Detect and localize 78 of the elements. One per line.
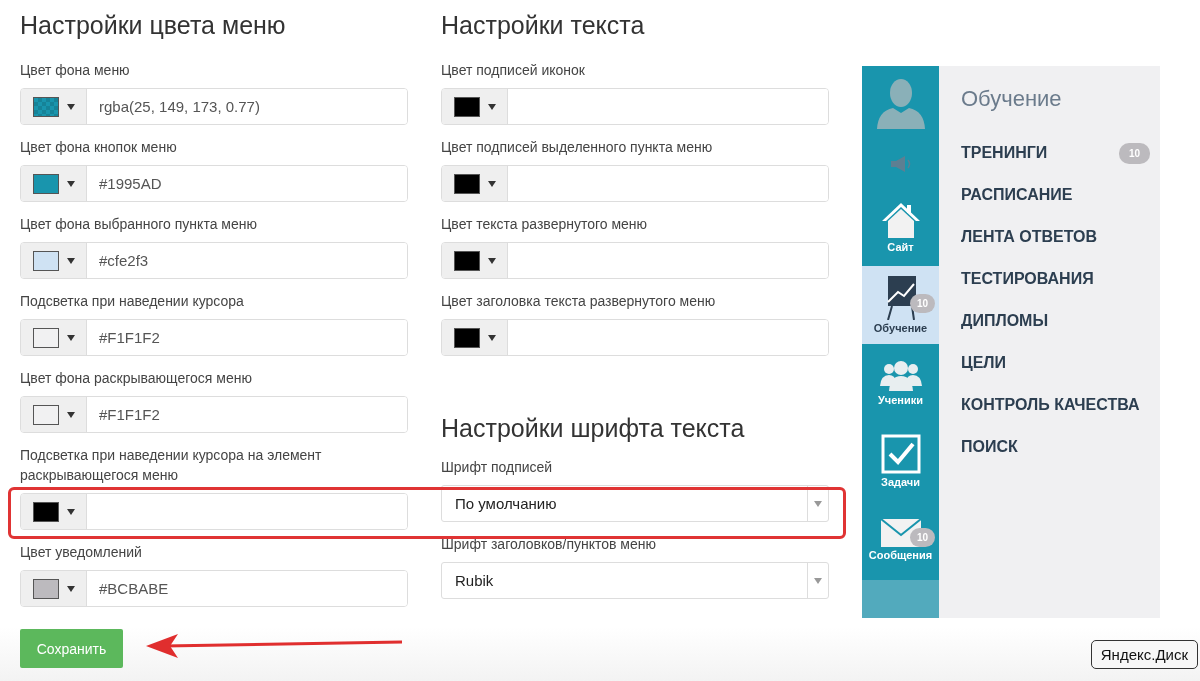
caret-icon [67, 180, 75, 187]
menu-item[interactable]: КОНТРОЛЬ КАЧЕСТВА [961, 396, 1140, 414]
color-picker-button[interactable] [21, 166, 87, 201]
caret-icon [488, 103, 496, 110]
caret-icon [814, 500, 822, 507]
menu-item[interactable]: ТЕСТИРОВАНИЯ [961, 270, 1094, 288]
field-label: Цвет фона выбранного пункта меню [20, 215, 258, 234]
field-label: Цвет фона меню [20, 61, 131, 80]
color-field[interactable] [441, 88, 829, 125]
field-label: Цвет заголовка текста развернутого меню [441, 292, 717, 311]
color-field[interactable]: #F1F1F2 [20, 319, 408, 356]
color-field[interactable]: #BCBABE [20, 570, 408, 607]
menu-icon-item[interactable]: Ученики [862, 344, 939, 422]
menu-icon-item[interactable]: Сайт [862, 188, 939, 266]
section-heading: Настройки текста [441, 10, 646, 41]
caret-icon [67, 257, 75, 264]
color-picker-button[interactable] [21, 397, 87, 432]
color-field[interactable] [441, 242, 829, 279]
font-select[interactable]: По умолчанию [441, 485, 829, 522]
color-picker-button[interactable] [21, 89, 87, 124]
color-picker-button[interactable] [21, 243, 87, 278]
tooltip: Яндекс.Диск [1090, 640, 1198, 669]
color-picker-button[interactable] [442, 166, 508, 201]
caret-icon [488, 180, 496, 187]
field-label: Шрифт подписей [441, 458, 554, 477]
field-label: Подсветка при наведении курсора на элемент раскрывающегося меню [20, 446, 323, 485]
color-field[interactable] [441, 319, 829, 356]
speaker-icon [888, 156, 913, 172]
avatar-icon [874, 77, 927, 129]
menu-item[interactable]: РАСПИСАНИЕ [961, 186, 1073, 204]
color-picker-button[interactable] [21, 494, 87, 529]
caret-icon [67, 508, 75, 515]
color-picker-button[interactable] [442, 89, 508, 124]
color-picker-button[interactable] [442, 243, 508, 278]
field-label: Подсветка при наведении курсора [20, 292, 245, 311]
field-label: Цвет уведомлений [20, 543, 143, 562]
field-label: Цвет текста развернутого меню [441, 215, 649, 234]
color-field[interactable]: rgba(25, 149, 173, 0.77) [20, 88, 408, 125]
menu-icon-item[interactable]: Задачи [862, 422, 939, 500]
menu-icon-item[interactable]: Сообщения 10 [862, 500, 939, 580]
color-picker-button[interactable] [442, 320, 508, 355]
menu-item[interactable]: ЦЕЛИ [961, 354, 1007, 372]
font-select[interactable]: Rubik [441, 562, 829, 599]
icon-label: Задачи [881, 476, 920, 488]
field-label: Шрифт заголовков/пунктов меню [441, 535, 657, 554]
caret-icon [67, 334, 75, 341]
menu-item[interactable]: ТРЕНИНГИ [961, 144, 1048, 162]
color-picker-button[interactable] [21, 320, 87, 355]
section-heading: Настройки шрифта текста [441, 413, 746, 444]
color-field[interactable]: #cfe2f3 [20, 242, 408, 279]
count-badge: 10 [1118, 142, 1150, 164]
menu-title: Обучение [961, 86, 1063, 112]
count-badge: 10 [909, 294, 935, 313]
caret-icon [67, 103, 75, 110]
caret-icon [814, 577, 822, 584]
field-label: Цвет фона кнопок меню [20, 138, 178, 157]
caret-icon [67, 411, 75, 418]
icon-label: Сообщения [868, 549, 933, 561]
menu-item[interactable]: ПОИСК [961, 438, 1018, 456]
caret-icon [67, 585, 75, 592]
icon-label: Сайт [887, 241, 914, 253]
color-field[interactable]: #1995AD [20, 165, 408, 202]
field-label: Цвет подписей иконок [441, 61, 586, 80]
field-label: Цвет подписей выделенного пункта меню [441, 138, 714, 157]
caret-icon [488, 334, 496, 341]
people-icon [879, 360, 922, 392]
caret-icon [488, 257, 496, 264]
section-heading: Настройки цвета меню [20, 10, 287, 41]
checkbox-icon [880, 434, 921, 474]
color-field[interactable] [441, 165, 829, 202]
menu-item[interactable]: ЛЕНТА ОТВЕТОВ [961, 228, 1098, 246]
field-label: Цвет фона раскрывающегося меню [20, 369, 253, 388]
icon-label: Ученики [878, 394, 923, 406]
menu-icon-item[interactable]: Обучение 10 [862, 266, 939, 344]
menu-item[interactable]: ДИПЛОМЫ [961, 312, 1049, 330]
icon-label: Обучение [873, 322, 928, 334]
color-field[interactable]: #F1F1F2 [20, 396, 408, 433]
color-picker-button[interactable] [21, 571, 87, 606]
